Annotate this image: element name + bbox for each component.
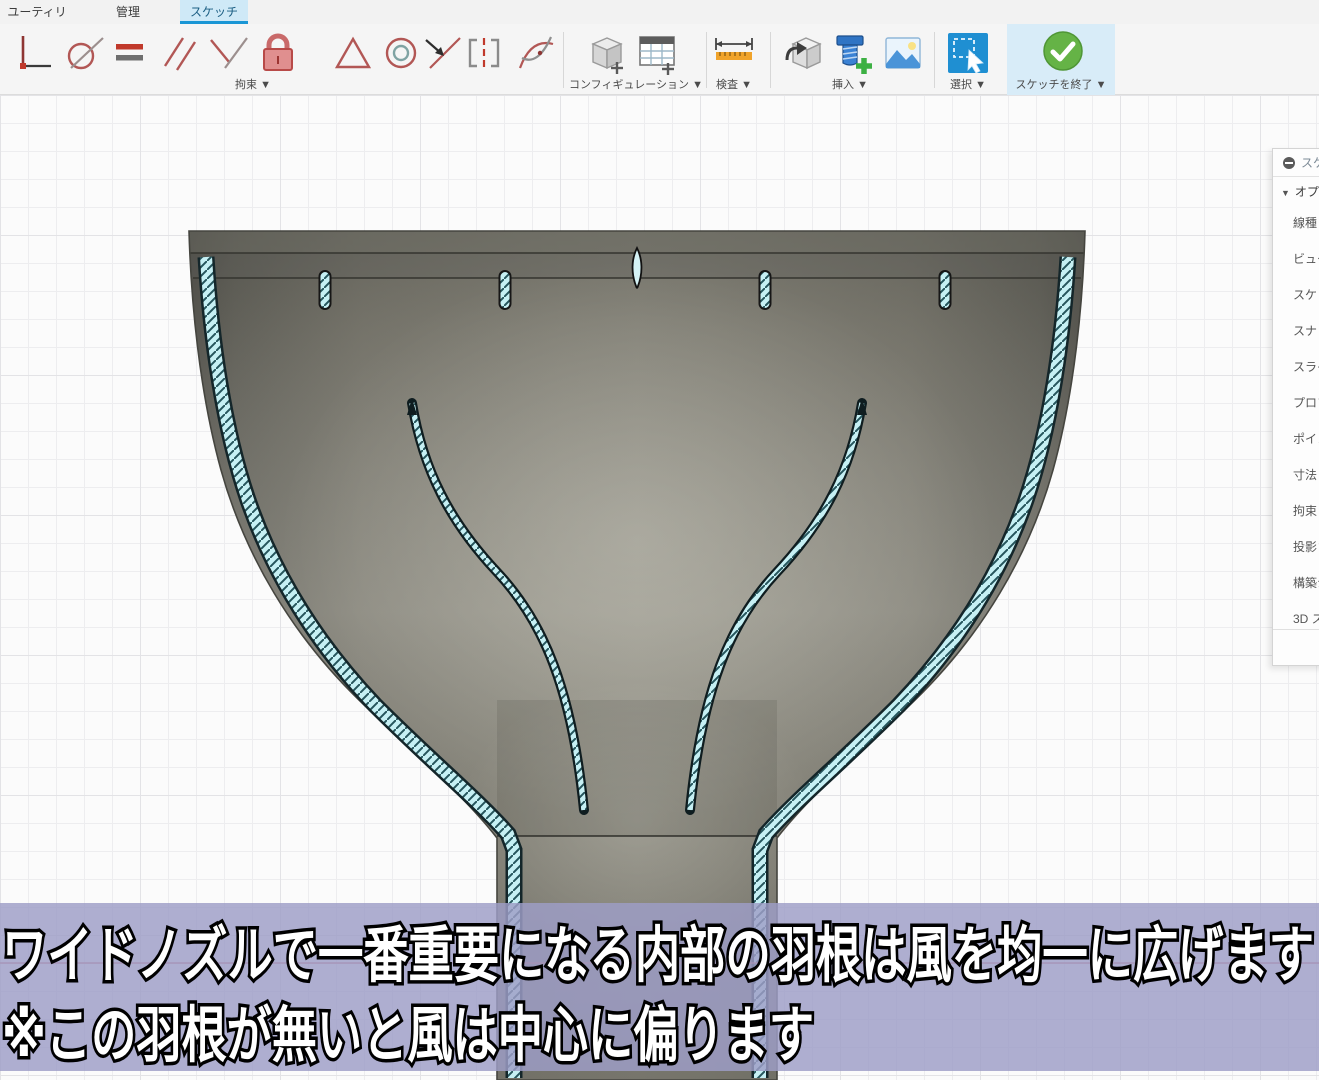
palette-item-points[interactable]: ポイント [1273,427,1319,451]
palette-divider [1273,629,1319,630]
video-subtitle-band: ワイドノズルで一番重要になる内部の羽根は風を均一に広げます ※この羽根が無いと風… [0,903,1319,1071]
subtitle-line-1: ワイドノズルで一番重要になる内部の羽根は風を均一に広げます [2,921,1314,989]
palette-item-3d-sketch[interactable]: 3D スケ [1273,607,1319,631]
fusion360-window: ユーティリティ 管理 スケッチ [0,0,1319,1080]
palette-item-look-at[interactable]: ビュー正 [1273,247,1319,271]
palette-item-profile[interactable]: プロファ [1273,391,1319,415]
palette-item-dimensions[interactable]: 寸法 [1273,463,1319,487]
palette-section-options[interactable]: ▼ オプション [1273,179,1319,205]
collapse-icon[interactable] [1283,157,1295,169]
subtitle-line-2: ※この羽根が無いと風は中心に偏ります [2,1001,814,1069]
sketch-palette-header[interactable]: スケッチ [1273,149,1319,177]
palette-item-slice[interactable]: スライス [1273,355,1319,379]
palette-item-linetype[interactable]: 線種 [1273,211,1319,235]
palette-item-construction[interactable]: 構築ジ [1273,571,1319,595]
palette-item-constraints[interactable]: 拘束 [1273,499,1319,523]
palette-title: スケッチ [1301,156,1319,170]
chevron-down-icon: ▼ [1281,180,1290,206]
palette-item-sketch-grid[interactable]: スケッチ [1273,283,1319,307]
palette-item-projected[interactable]: 投影さ [1273,535,1319,559]
palette-item-snap[interactable]: スナップ [1273,319,1319,343]
sketch-palette-panel: スケッチ ▼オプション 線種 ビュー正 スケッチ スナップ スライス プロファ … [1272,148,1319,666]
palette-section-label: オプション [1295,185,1319,199]
